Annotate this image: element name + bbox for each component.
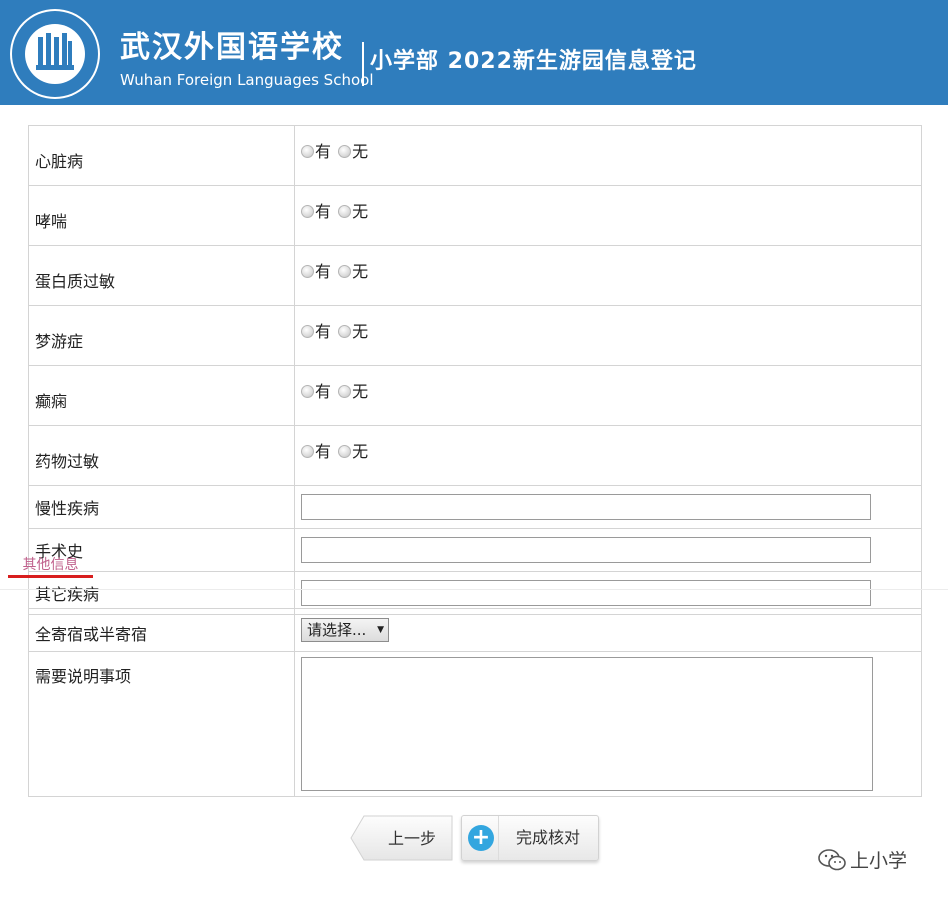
radio-button[interactable]: [338, 445, 352, 458]
row-label: 全寄宿或半寄宿: [28, 608, 295, 652]
school-name-cn: 武汉外国语学校: [120, 30, 344, 65]
row-label: 慢性疾病: [28, 485, 295, 529]
radio-option-yes[interactable]: 有: [301, 318, 331, 342]
radio-option-no[interactable]: 无: [338, 198, 368, 222]
section-underline: [8, 575, 93, 578]
notes-textarea[interactable]: [301, 657, 873, 791]
form-row-drug-allergy: 药物过敏 有 无: [28, 425, 922, 486]
yes-no-radio-group: 有 无: [294, 305, 922, 366]
radio-button[interactable]: [301, 445, 314, 458]
page-header: 武汉外国语学校 Wuhan Foreign Languages School 小…: [0, 0, 948, 105]
form-row-protein-allergy: 蛋白质过敏 有 无: [28, 245, 922, 306]
row-label: 心脏病: [28, 125, 295, 186]
radio-button[interactable]: [338, 385, 352, 398]
form-row-asthma: 哮喘 有 无: [28, 185, 922, 246]
yes-no-radio-group: 有 无: [294, 365, 922, 426]
button-divider: [498, 816, 499, 860]
radio-button[interactable]: [301, 205, 314, 218]
yes-no-radio-group: 有 无: [294, 185, 922, 246]
school-logo: [10, 9, 100, 99]
radio-button[interactable]: [301, 385, 314, 398]
row-label: 需要说明事项: [28, 651, 295, 797]
radio-option-yes[interactable]: 有: [301, 198, 331, 222]
form-row-notes: 需要说明事项: [28, 651, 922, 797]
radio-option-no[interactable]: 无: [338, 138, 368, 162]
form-row-epilepsy: 癫痫 有 无: [28, 365, 922, 426]
header-divider: [362, 42, 364, 86]
complete-check-button[interactable]: + 完成核对: [461, 815, 599, 861]
radio-button[interactable]: [301, 265, 314, 278]
radio-button[interactable]: [301, 325, 314, 338]
radio-option-no[interactable]: 无: [338, 378, 368, 402]
school-name-en: Wuhan Foreign Languages School: [120, 71, 374, 89]
plus-icon: +: [468, 825, 494, 851]
form-row-surgery-history: 手术史: [28, 528, 922, 572]
radio-button[interactable]: [301, 145, 314, 158]
form-row-heart-disease: 心脏病 有 无: [28, 125, 922, 186]
section-title: 其他信息: [22, 557, 79, 573]
radio-option-no[interactable]: 无: [338, 438, 368, 462]
complete-check-label: 完成核对: [515, 828, 580, 847]
radio-option-yes[interactable]: 有: [301, 438, 331, 462]
row-label: 药物过敏: [28, 425, 295, 486]
row-label: 蛋白质过敏: [28, 245, 295, 306]
prev-step-button[interactable]: 上一步: [350, 815, 454, 863]
other-info-table: 全寄宿或半寄宿 请选择... ▼ 需要说明事项: [28, 608, 922, 797]
radio-option-yes[interactable]: 有: [301, 378, 331, 402]
surgery-history-input[interactable]: [301, 537, 871, 563]
radio-option-no[interactable]: 无: [338, 318, 368, 342]
other-disease-input[interactable]: [301, 580, 871, 606]
yes-no-radio-group: 有 无: [294, 125, 922, 186]
chronic-disease-input[interactable]: [301, 494, 871, 520]
radio-option-yes[interactable]: 有: [301, 258, 331, 282]
watermark-text: 上小学: [850, 850, 908, 872]
dropdown-arrow-icon: ▼: [377, 625, 384, 635]
radio-button[interactable]: [338, 325, 352, 338]
row-label: 癫痫: [28, 365, 295, 426]
wechat-icon: [818, 849, 846, 871]
yes-no-radio-group: 有 无: [294, 425, 922, 486]
radio-button[interactable]: [338, 205, 352, 218]
form-row-chronic-disease: 慢性疾病: [28, 485, 922, 529]
form-row-boarding: 全寄宿或半寄宿 请选择... ▼: [28, 608, 922, 652]
radio-option-no[interactable]: 无: [338, 258, 368, 282]
radio-button[interactable]: [338, 145, 352, 158]
health-info-table: 心脏病 有 无 哮喘 有 无 蛋白质过敏 有 无 梦游症 有 无 癫痫 有 无: [28, 125, 922, 615]
boarding-select[interactable]: 请选择... ▼: [301, 618, 389, 642]
section-tab-other-info: 其他信息: [8, 554, 93, 578]
section-divider: [0, 589, 948, 590]
radio-button[interactable]: [338, 265, 352, 278]
yes-no-radio-group: 有 无: [294, 245, 922, 306]
page-title: 小学部 2022新生游园信息登记: [370, 49, 697, 74]
row-label: 梦游症: [28, 305, 295, 366]
radio-option-yes[interactable]: 有: [301, 138, 331, 162]
row-label: 哮喘: [28, 185, 295, 246]
prev-step-label: 上一步: [387, 829, 436, 848]
form-row-sleepwalking: 梦游症 有 无: [28, 305, 922, 366]
